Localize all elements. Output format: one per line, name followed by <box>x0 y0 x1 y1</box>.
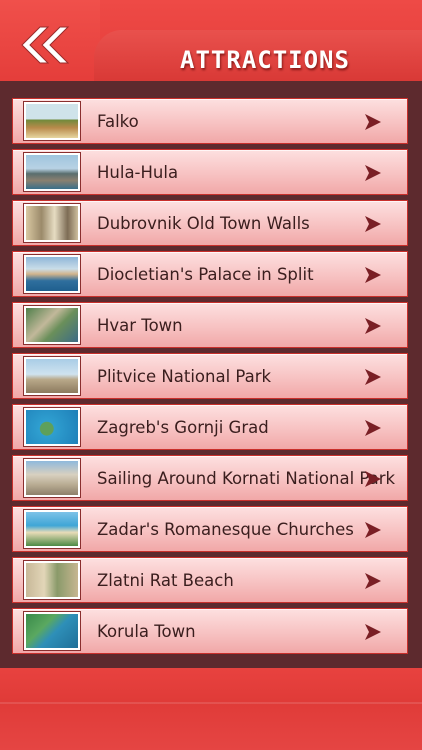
back-tab <box>0 0 100 92</box>
list-item-label: Hula-Hula <box>97 163 179 182</box>
list-item[interactable]: Korula Town <box>12 608 408 654</box>
attractions-list: Falko Hula-Hula Dubrovnik Old Town Walls Di… <box>0 81 422 668</box>
list-item-label: Zagreb's Gornji Grad <box>97 418 269 437</box>
footer-bar <box>0 668 422 750</box>
list-item-label: Plitvice National Park <box>97 367 272 386</box>
thumbnail-image <box>24 357 80 395</box>
chevron-right-icon <box>365 471 381 487</box>
footer-divider <box>0 702 422 704</box>
thumbnail-image <box>24 102 80 140</box>
list-item[interactable]: Falko <box>12 98 408 144</box>
list-item[interactable]: Zlatni Rat Beach <box>12 557 408 603</box>
thumbnail-image <box>24 306 80 344</box>
thumbnail-image <box>24 408 80 446</box>
list-item[interactable]: Zadar's Romanesque Churches <box>12 506 408 552</box>
chevron-right-icon <box>365 573 381 589</box>
thumbnail-image <box>24 204 80 242</box>
thumbnail-image <box>24 255 80 293</box>
list-item-label: Diocletian's Palace in Split <box>97 265 314 284</box>
double-chevron-left-icon[interactable] <box>18 26 72 64</box>
list-item[interactable]: Plitvice National Park <box>12 353 408 399</box>
list-item[interactable]: Hula-Hula <box>12 149 408 195</box>
chevron-right-icon <box>365 318 381 334</box>
thumbnail-image <box>24 561 80 599</box>
list-item-label: Korula Town <box>97 622 196 641</box>
thumbnail-image <box>24 612 80 650</box>
list-item-label: Dubrovnik Old Town Walls <box>97 214 310 233</box>
list-item[interactable]: Zagreb's Gornji Grad <box>12 404 408 450</box>
chevron-right-icon <box>365 114 381 130</box>
chevron-right-icon <box>365 267 381 283</box>
list-item[interactable]: Hvar Town <box>12 302 408 348</box>
list-item-label: Zlatni Rat Beach <box>97 571 234 590</box>
list-item[interactable]: Dubrovnik Old Town Walls <box>12 200 408 246</box>
list-item[interactable]: Sailing Around Kornati National Park <box>12 455 408 501</box>
list-item[interactable]: Diocletian's Palace in Split <box>12 251 408 297</box>
chevron-right-icon <box>365 369 381 385</box>
list-item-label: Zadar's Romanesque Churches <box>97 520 354 539</box>
list-item-label: Falko <box>97 112 139 131</box>
list-item-label: Hvar Town <box>97 316 183 335</box>
chevron-right-icon <box>365 624 381 640</box>
chevron-right-icon <box>365 522 381 538</box>
thumbnail-image <box>24 153 80 191</box>
chevron-right-icon <box>365 165 381 181</box>
chevron-right-icon <box>365 420 381 436</box>
thumbnail-image <box>24 510 80 548</box>
list-item-label: Sailing Around Kornati National Park <box>97 469 396 488</box>
thumbnail-image <box>24 459 80 497</box>
chevron-right-icon <box>365 216 381 232</box>
